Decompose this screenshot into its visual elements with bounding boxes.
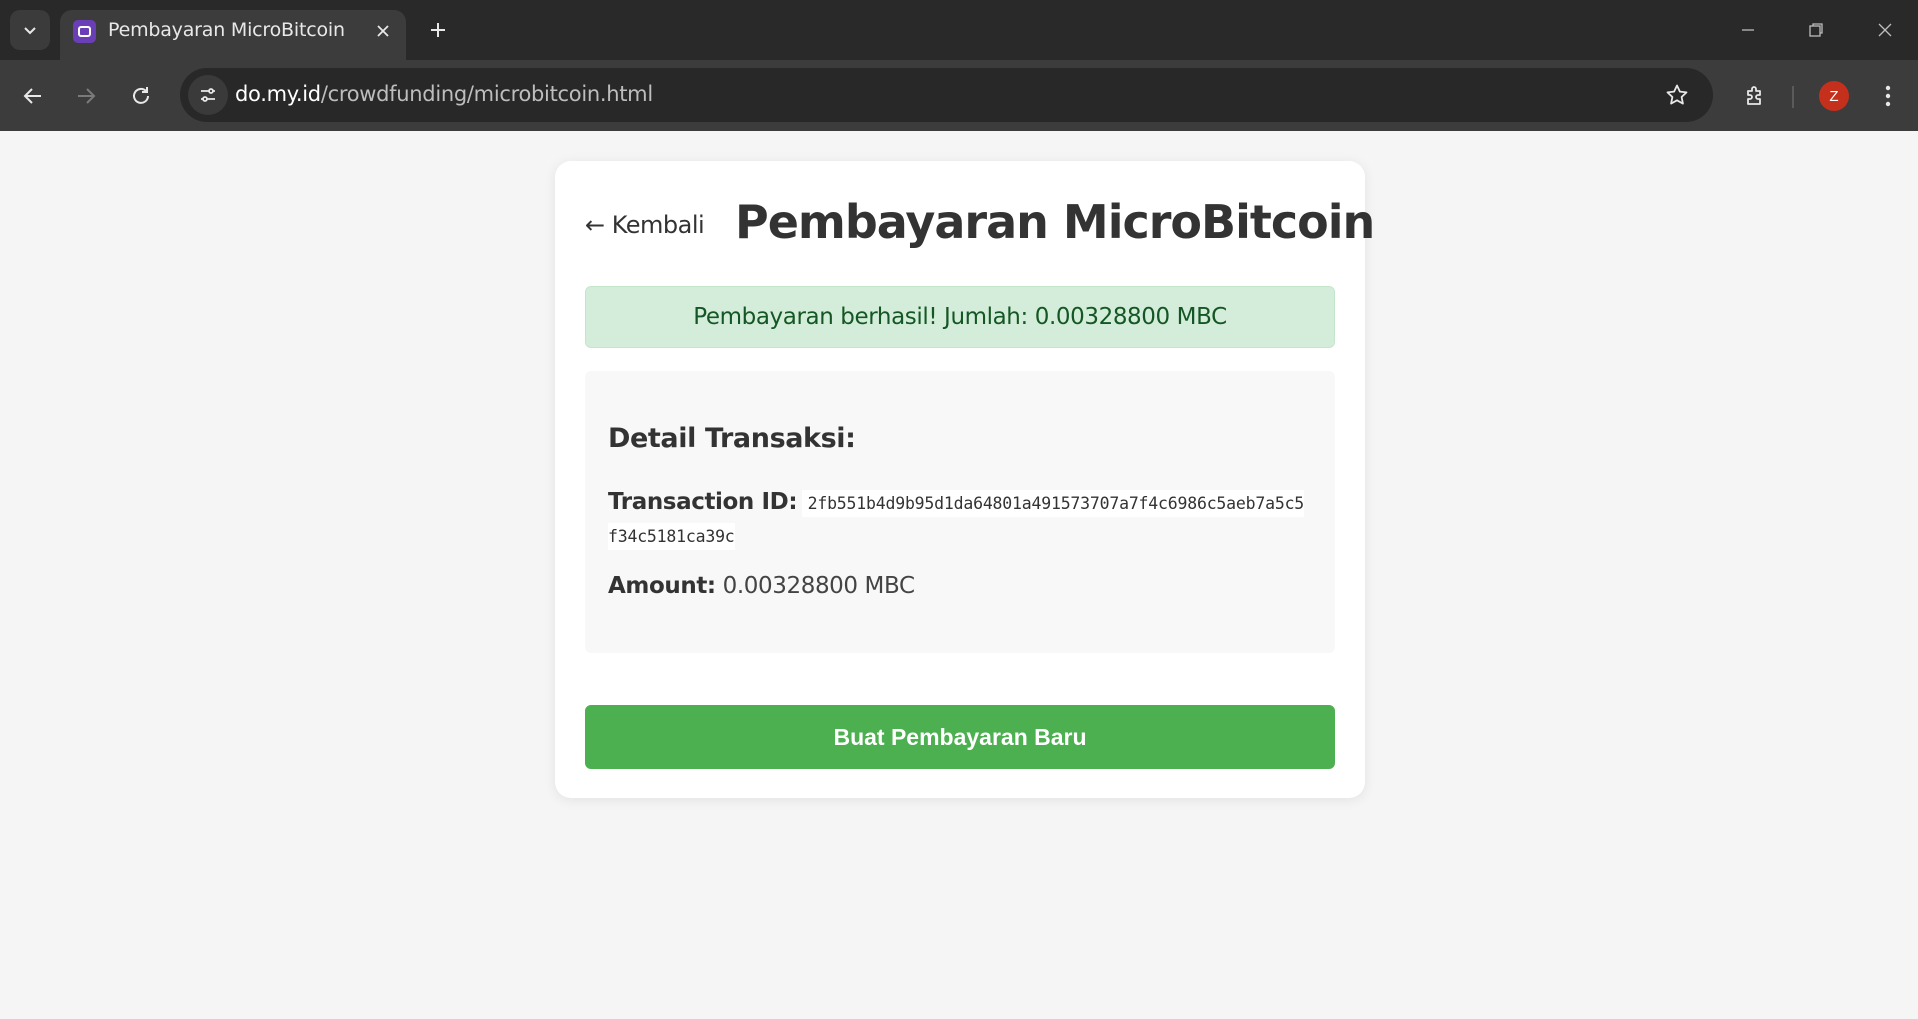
back-button[interactable] [13, 76, 53, 116]
puzzle-icon [1747, 86, 1761, 105]
minimize-icon [1742, 29, 1754, 31]
back-link[interactable]: ← Kembali [585, 211, 705, 239]
forward-button[interactable] [66, 76, 106, 116]
tab-close-button[interactable] [370, 18, 396, 44]
star-icon [1666, 84, 1688, 105]
close-icon [377, 25, 389, 37]
amount-label: Amount: [608, 573, 716, 599]
browser-tab[interactable]: Pembayaran MicroBitcoin [60, 10, 406, 60]
arrow-left-icon [23, 88, 41, 104]
new-tab-button[interactable] [422, 14, 454, 46]
browser-menu-button[interactable] [1870, 76, 1906, 116]
plus-icon [431, 23, 445, 37]
new-payment-button[interactable]: Buat Pembayaran Baru [585, 705, 1335, 769]
url-domain: do.my.id [235, 82, 321, 106]
amount-row: Amount: 0.00328800 MBC [608, 573, 915, 599]
amount-value: 0.00328800 MBC [722, 573, 915, 599]
transaction-id-row: Transaction ID: 2fb551b4d9b95d1da64801a4… [608, 486, 1313, 554]
close-window-button[interactable] [1863, 8, 1907, 52]
reload-button[interactable] [121, 76, 161, 116]
restore-button[interactable] [1794, 8, 1838, 52]
url-path: /crowdfunding/microbitcoin.html [320, 82, 653, 106]
close-icon [1878, 23, 1892, 37]
tab-search-button[interactable] [10, 10, 50, 50]
address-bar[interactable]: do.my.id/crowdfunding/microbitcoin.html [180, 68, 1713, 122]
toolbar-divider [1792, 86, 1794, 108]
url-text[interactable]: do.my.id/crowdfunding/microbitcoin.html [235, 82, 653, 106]
restore-icon [1809, 23, 1823, 37]
site-info-button[interactable] [188, 75, 228, 115]
minimize-button[interactable] [1726, 8, 1770, 52]
success-alert: Pembayaran berhasil! Jumlah: 0.00328800 … [585, 286, 1335, 348]
tab-title: Pembayaran MicroBitcoin [108, 19, 345, 41]
site-favicon-icon [73, 20, 96, 43]
chevron-down-icon [24, 27, 36, 35]
browser-toolbar: do.my.id/crowdfunding/microbitcoin.html … [0, 60, 1918, 131]
payment-card: ← Kembali Pembayaran MicroBitcoin Pembay… [555, 161, 1375, 798]
tab-strip: Pembayaran MicroBitcoin [0, 0, 1918, 60]
page-title: Pembayaran MicroBitcoin [735, 195, 1375, 249]
transaction-id-label: Transaction ID: [608, 489, 798, 515]
page-viewport: ← Kembali Pembayaran MicroBitcoin Pembay… [0, 131, 1918, 1019]
profile-avatar[interactable]: Z [1819, 81, 1849, 111]
transaction-details: Detail Transaksi: Transaction ID: 2fb551… [585, 371, 1335, 653]
bookmark-button[interactable] [1661, 79, 1693, 111]
extensions-button[interactable] [1735, 76, 1775, 116]
tune-icon [201, 88, 215, 102]
arrow-right-icon [78, 88, 96, 104]
details-heading: Detail Transaksi: [608, 423, 856, 454]
reload-icon [133, 87, 149, 104]
more-vertical-icon [1885, 85, 1891, 107]
